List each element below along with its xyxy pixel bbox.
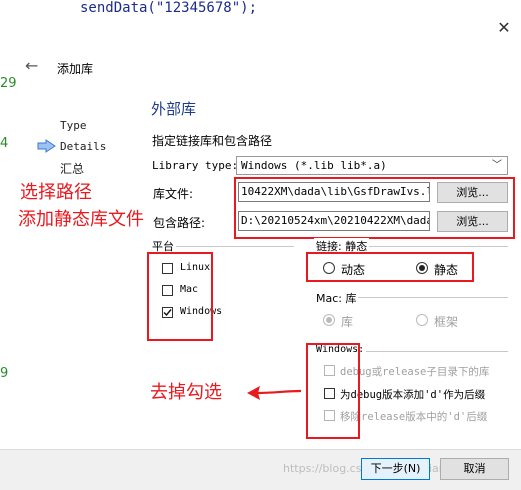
code-line: sendData("12345678"); <box>80 0 258 16</box>
cancel-button[interactable]: 取消 <box>440 458 509 480</box>
radio-mac-library-label: 库 <box>341 315 354 329</box>
radio-mac-framework[interactable] <box>416 314 428 326</box>
close-icon[interactable]: ✕ <box>494 18 514 38</box>
include-path-label: 包含路径: <box>153 216 206 230</box>
line-number: 29 <box>0 76 17 91</box>
next-button[interactable]: 下一步(N) <box>361 458 430 480</box>
library-type-label: Library type: <box>152 159 239 172</box>
library-file-label: 库文件: <box>153 187 194 201</box>
annotation-box-paths <box>234 177 515 239</box>
annotation-add-static-lib: 添加静态库文件 <box>18 209 144 230</box>
annotation-box-windows <box>306 343 360 439</box>
library-type-value: Windows (*.lib lib*.a) <box>241 159 387 172</box>
line-number: 9 <box>0 366 9 381</box>
annotation-box-link <box>306 252 474 282</box>
line-number: 4 <box>0 136 9 151</box>
library-type-select[interactable]: Windows (*.lib lib*.a) ﹀ <box>236 156 508 175</box>
radio-mac-framework-label: 框架 <box>434 315 459 329</box>
mac-group-title: Mac: 库 <box>314 290 359 306</box>
section-description: 指定链接库和包含路径 <box>152 134 273 148</box>
checkbox-debug-release-subdir-label: debug或release子目录下的库 <box>340 366 490 378</box>
wizard-title: 添加库 <box>57 62 94 76</box>
section-title: 外部库 <box>151 100 197 118</box>
step-type: Type <box>60 119 87 132</box>
annotation-select-path: 选择路径 <box>20 182 92 203</box>
annotation-box-platform <box>147 252 213 341</box>
step-summary: 汇总 <box>60 162 85 176</box>
step-details: Details <box>60 140 107 153</box>
back-arrow-icon[interactable]: ← <box>25 56 38 75</box>
annotation-uncheck: 去掉勾选 <box>150 382 222 403</box>
radio-mac-library[interactable] <box>323 314 335 326</box>
chevron-down-icon: ﹀ <box>492 160 502 171</box>
checkbox-add-d-suffix-label: 为debug版本添加'd'作为后缀 <box>340 389 486 401</box>
annotation-arrow-icon <box>247 386 302 400</box>
current-step-arrow-icon <box>37 139 56 153</box>
checkbox-remove-d-suffix-label: 移除release版本中的'd'后缀 <box>340 411 488 423</box>
